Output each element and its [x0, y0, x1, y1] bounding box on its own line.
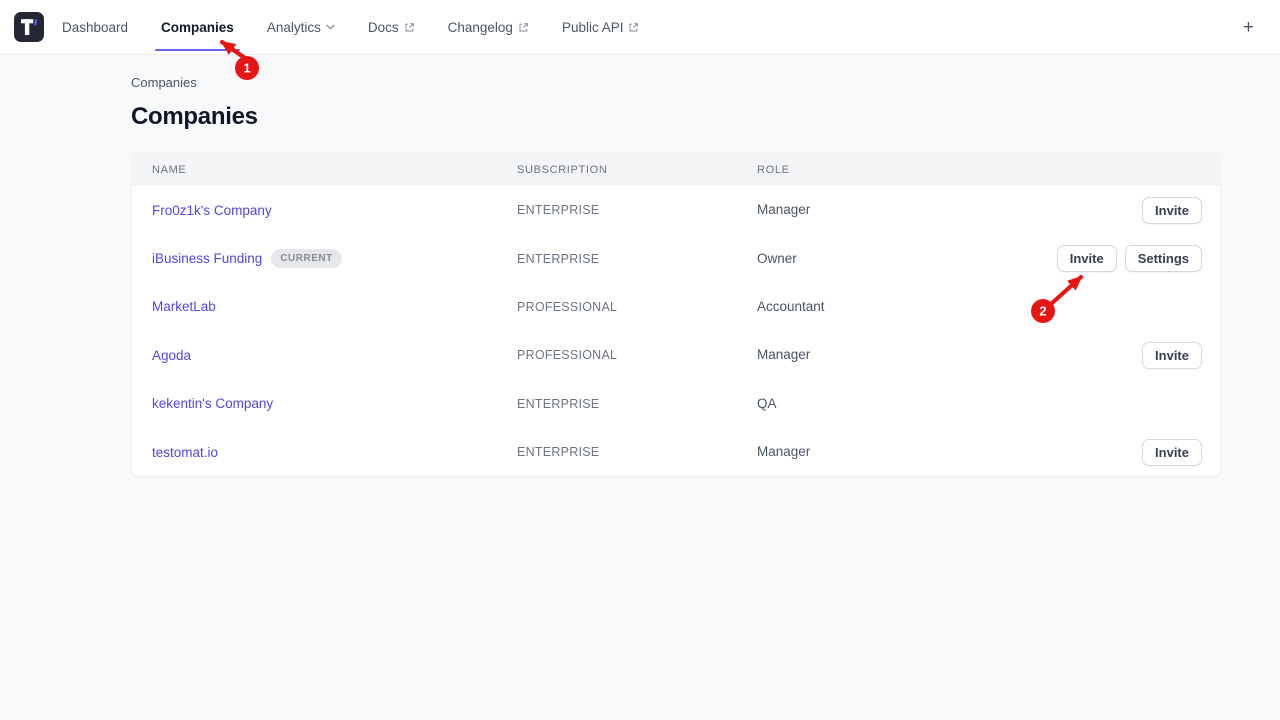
annotation-number-1: 1 — [243, 61, 250, 76]
role-value: Owner — [757, 251, 797, 266]
table-row: Agoda PROFESSIONAL Manager Invite — [132, 331, 1220, 379]
current-badge: CURRENT — [271, 249, 341, 268]
settings-button[interactable]: Settings — [1125, 245, 1202, 272]
table-row: iBusiness Funding CURRENT ENTERPRISE Own… — [132, 234, 1220, 282]
role-value: Manager — [757, 202, 810, 217]
add-icon[interactable]: + — [1235, 14, 1262, 41]
invite-button[interactable]: Invite — [1057, 245, 1117, 272]
nav-label-companies: Companies — [161, 20, 234, 35]
company-link[interactable]: kekentin's Company — [152, 396, 273, 411]
table-row: testomat.io ENTERPRISE Manager Invite — [132, 428, 1220, 476]
chevron-down-icon — [326, 24, 335, 30]
company-link[interactable]: MarketLab — [152, 299, 216, 314]
subscription-value: ENTERPRISE — [517, 397, 599, 411]
companies-table: Name Subscription Role Fro0z1k's Company… — [131, 152, 1221, 477]
nav-label-analytics: Analytics — [267, 20, 321, 35]
external-link-icon — [518, 22, 529, 33]
company-link[interactable]: testomat.io — [152, 445, 218, 460]
role-value: Accountant — [757, 299, 825, 314]
nav-label-changelog: Changelog — [448, 20, 513, 35]
column-header-name: Name — [152, 164, 517, 176]
nav-item-changelog[interactable]: Changelog — [448, 0, 529, 54]
page-title: Companies — [131, 103, 1221, 131]
nav-item-analytics[interactable]: Analytics — [267, 0, 335, 54]
subscription-value: ENTERPRISE — [517, 252, 599, 266]
nav-item-public-api[interactable]: Public API — [562, 0, 640, 54]
main-content: Companies Companies Name Subscription Ro… — [131, 75, 1221, 477]
external-link-icon — [628, 22, 639, 33]
column-header-role: Role — [757, 164, 1202, 176]
subscription-value: PROFESSIONAL — [517, 300, 617, 314]
subscription-value: PROFESSIONAL — [517, 348, 617, 362]
role-value: Manager — [757, 444, 810, 459]
nav-label-docs: Docs — [368, 20, 399, 35]
testomat-logo[interactable] — [14, 12, 44, 42]
nav-item-dashboard[interactable]: Dashboard — [62, 0, 128, 54]
breadcrumb[interactable]: Companies — [131, 75, 1221, 90]
nav-item-companies[interactable]: Companies — [161, 0, 234, 54]
column-header-subscription: Subscription — [517, 164, 757, 176]
company-link[interactable]: Agoda — [152, 348, 191, 363]
nav-label-public-api: Public API — [562, 20, 624, 35]
invite-button[interactable]: Invite — [1142, 439, 1202, 466]
company-link[interactable]: Fro0z1k's Company — [152, 203, 272, 218]
table-header-row: Name Subscription Role — [132, 153, 1220, 186]
role-value: Manager — [757, 347, 810, 362]
nav-label-dashboard: Dashboard — [62, 20, 128, 35]
table-row: Fro0z1k's Company ENTERPRISE Manager Inv… — [132, 186, 1220, 234]
invite-button[interactable]: Invite — [1142, 197, 1202, 224]
subscription-value: ENTERPRISE — [517, 203, 599, 217]
role-value: QA — [757, 396, 777, 411]
table-row: MarketLab PROFESSIONAL Accountant — [132, 283, 1220, 331]
invite-button[interactable]: Invite — [1142, 342, 1202, 369]
external-link-icon — [404, 22, 415, 33]
nav-item-docs[interactable]: Docs — [368, 0, 415, 54]
table-row: kekentin's Company ENTERPRISE QA — [132, 380, 1220, 428]
top-navigation: Dashboard Companies Analytics Docs Chang… — [0, 0, 1280, 55]
testomat-logo-icon — [14, 12, 44, 42]
main-nav: Dashboard Companies Analytics Docs Chang… — [62, 0, 672, 54]
subscription-value: ENTERPRISE — [517, 445, 599, 459]
company-link[interactable]: iBusiness Funding — [152, 251, 262, 266]
